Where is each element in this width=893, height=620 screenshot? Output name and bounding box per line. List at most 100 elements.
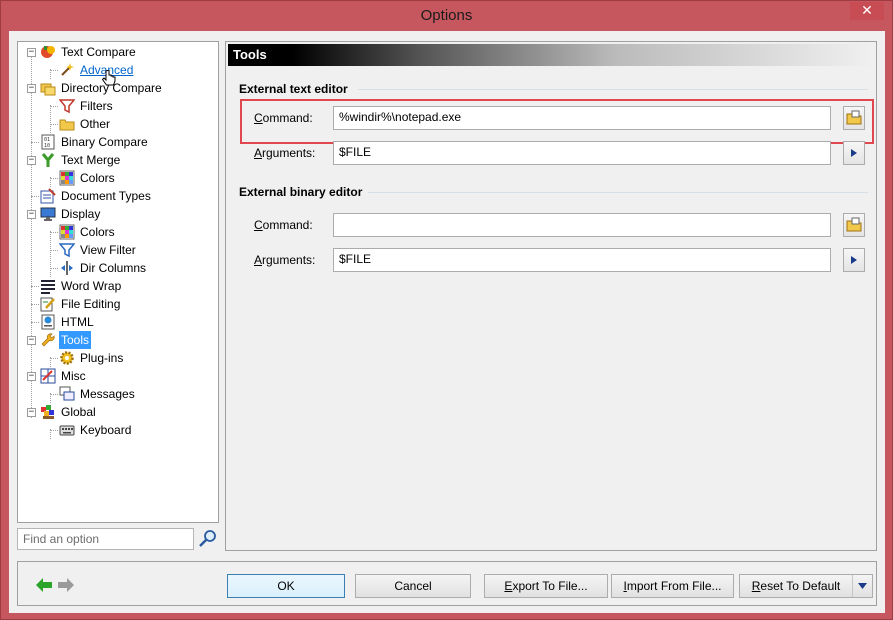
- text-arguments-menu-button[interactable]: [843, 141, 865, 165]
- tree-guide-line: [31, 304, 39, 305]
- tree-item-html[interactable]: HTML: [18, 313, 218, 331]
- collapse-icon[interactable]: −: [27, 156, 36, 165]
- monitor-icon: [40, 207, 56, 221]
- folder-compare-icon: [40, 83, 56, 96]
- binary-arguments-menu-button[interactable]: [843, 248, 865, 272]
- global-icon: [41, 405, 54, 419]
- dialog-client-area: − Text Compare Advanced − Directory Comp…: [9, 31, 885, 613]
- text-arguments-input[interactable]: $FILE: [333, 141, 831, 165]
- collapse-icon[interactable]: −: [27, 408, 36, 417]
- tree-guide-line: [50, 124, 58, 125]
- wrench-icon: [41, 333, 55, 347]
- word-wrap-icon: [41, 280, 55, 294]
- tree-guide-line: [31, 196, 39, 197]
- tree-item-display[interactable]: − Display: [18, 205, 218, 223]
- tree-item-label: File Editing: [61, 297, 121, 311]
- tree-item-binary-compare[interactable]: 01 10 Binary Compare: [18, 133, 218, 151]
- tree-item-label: Colors: [80, 171, 115, 185]
- collapse-icon[interactable]: −: [27, 336, 36, 345]
- text-command-browse-button[interactable]: [843, 106, 865, 130]
- group-divider: [368, 192, 868, 193]
- play-arrow-icon: [851, 256, 857, 264]
- messages-icon: [59, 386, 75, 401]
- filter-icon: [59, 243, 75, 258]
- close-button[interactable]: ✕: [850, 2, 884, 20]
- tree-item-label: Misc: [61, 369, 86, 383]
- tree-item-document-types[interactable]: Document Types: [18, 187, 218, 205]
- tree-item-merge-colors[interactable]: Colors: [18, 169, 218, 187]
- window-title: Options: [420, 7, 473, 24]
- tree-item-dir-columns[interactable]: Dir Columns: [18, 259, 218, 277]
- tree-item-plug-ins[interactable]: Plug-ins: [18, 349, 218, 367]
- tree-guide-line: [50, 70, 58, 71]
- binary-icon: 0110: [41, 134, 55, 150]
- folder-icon: [59, 119, 75, 131]
- tree-item-label: Keyboard: [80, 423, 132, 437]
- tree-item-directory-compare[interactable]: − Directory Compare: [18, 79, 218, 97]
- binary-arguments-input[interactable]: $FILE: [333, 248, 831, 272]
- collapse-icon[interactable]: −: [27, 48, 36, 57]
- tree-item-view-filter[interactable]: View Filter: [18, 241, 218, 259]
- tree-item-filters[interactable]: Filters: [18, 97, 218, 115]
- filter-icon: [59, 99, 75, 114]
- tree-item-misc[interactable]: − Misc: [18, 367, 218, 385]
- options-window: Options ✕ − Text Compare Advanced − Dire…: [0, 0, 893, 620]
- tree-item-global[interactable]: − Global: [18, 403, 218, 421]
- tree-item-label: Dir Columns: [80, 261, 147, 275]
- tools-settings-panel: Tools External text editor Command: %win…: [225, 41, 877, 551]
- collapse-icon[interactable]: −: [27, 372, 36, 381]
- export-to-file-button[interactable]: Export To File...: [484, 574, 608, 598]
- collapse-icon[interactable]: −: [27, 84, 36, 93]
- html-icon: [41, 314, 55, 330]
- text-editor-group-title: External text editor: [239, 82, 348, 96]
- tree-item-label: View Filter: [80, 243, 136, 257]
- back-arrow-icon[interactable]: [36, 578, 52, 592]
- collapse-icon[interactable]: −: [27, 210, 36, 219]
- cancel-button[interactable]: Cancel: [355, 574, 471, 598]
- tree-item-label: Plug-ins: [80, 351, 124, 365]
- tree-guide-line: [31, 142, 39, 143]
- forward-arrow-icon[interactable]: [58, 578, 74, 592]
- tree-item-display-colors[interactable]: Colors: [18, 223, 218, 241]
- text-compare-icon: [41, 46, 55, 58]
- tree-item-tools[interactable]: − Tools: [18, 331, 218, 349]
- tree-item-advanced[interactable]: Advanced: [18, 61, 218, 79]
- hand-cursor-icon: [102, 70, 116, 86]
- tree-item-label: Text Merge: [61, 153, 121, 167]
- tree-item-label: Global: [61, 405, 96, 419]
- tree-guide-line: [50, 268, 58, 269]
- binary-command-input[interactable]: [333, 213, 831, 237]
- merge-icon: [41, 153, 55, 167]
- tree-item-label: Other: [80, 117, 111, 131]
- tree-item-keyboard[interactable]: Keyboard: [18, 421, 218, 439]
- svg-text:10: 10: [44, 143, 50, 149]
- binary-command-browse-button[interactable]: [843, 213, 865, 237]
- find-option-input[interactable]: Find an option: [17, 528, 194, 550]
- ok-button[interactable]: OK: [227, 574, 345, 598]
- tree-item-label: Filters: [80, 99, 113, 113]
- tree-guide-line: [50, 358, 58, 359]
- tree-item-messages[interactable]: Messages: [18, 385, 218, 403]
- tree-item-text-merge[interactable]: − Text Merge: [18, 151, 218, 169]
- binary-arguments-label: Arguments:: [254, 253, 316, 267]
- dialog-button-bar: OK Cancel Export To File... Import From …: [17, 561, 877, 606]
- tree-guide-line: [31, 322, 39, 323]
- import-from-file-button[interactable]: Import From File...: [611, 574, 734, 598]
- tree-item-word-wrap[interactable]: Word Wrap: [18, 277, 218, 295]
- tree-guide-line: [50, 250, 58, 251]
- tree-guide-line: [50, 430, 58, 431]
- palette-grid-icon: [59, 224, 75, 240]
- search-icon[interactable]: [198, 528, 218, 548]
- wand-icon: [61, 63, 74, 76]
- reset-to-default-button[interactable]: Reset To Default: [739, 574, 873, 598]
- binary-editor-group-title: External binary editor: [239, 185, 363, 199]
- reset-dropdown-arrow[interactable]: [852, 575, 872, 597]
- tree-guide-line: [50, 394, 58, 395]
- tree-item-label: Word Wrap: [61, 279, 122, 293]
- tree-item-other[interactable]: Other: [18, 115, 218, 133]
- tree-item-text-compare[interactable]: − Text Compare: [18, 43, 218, 61]
- tree-item-label: HTML: [61, 315, 94, 329]
- tree-item-file-editing[interactable]: File Editing: [18, 295, 218, 313]
- text-command-input[interactable]: %windir%\notepad.exe: [333, 106, 831, 130]
- columns-icon: [61, 261, 73, 275]
